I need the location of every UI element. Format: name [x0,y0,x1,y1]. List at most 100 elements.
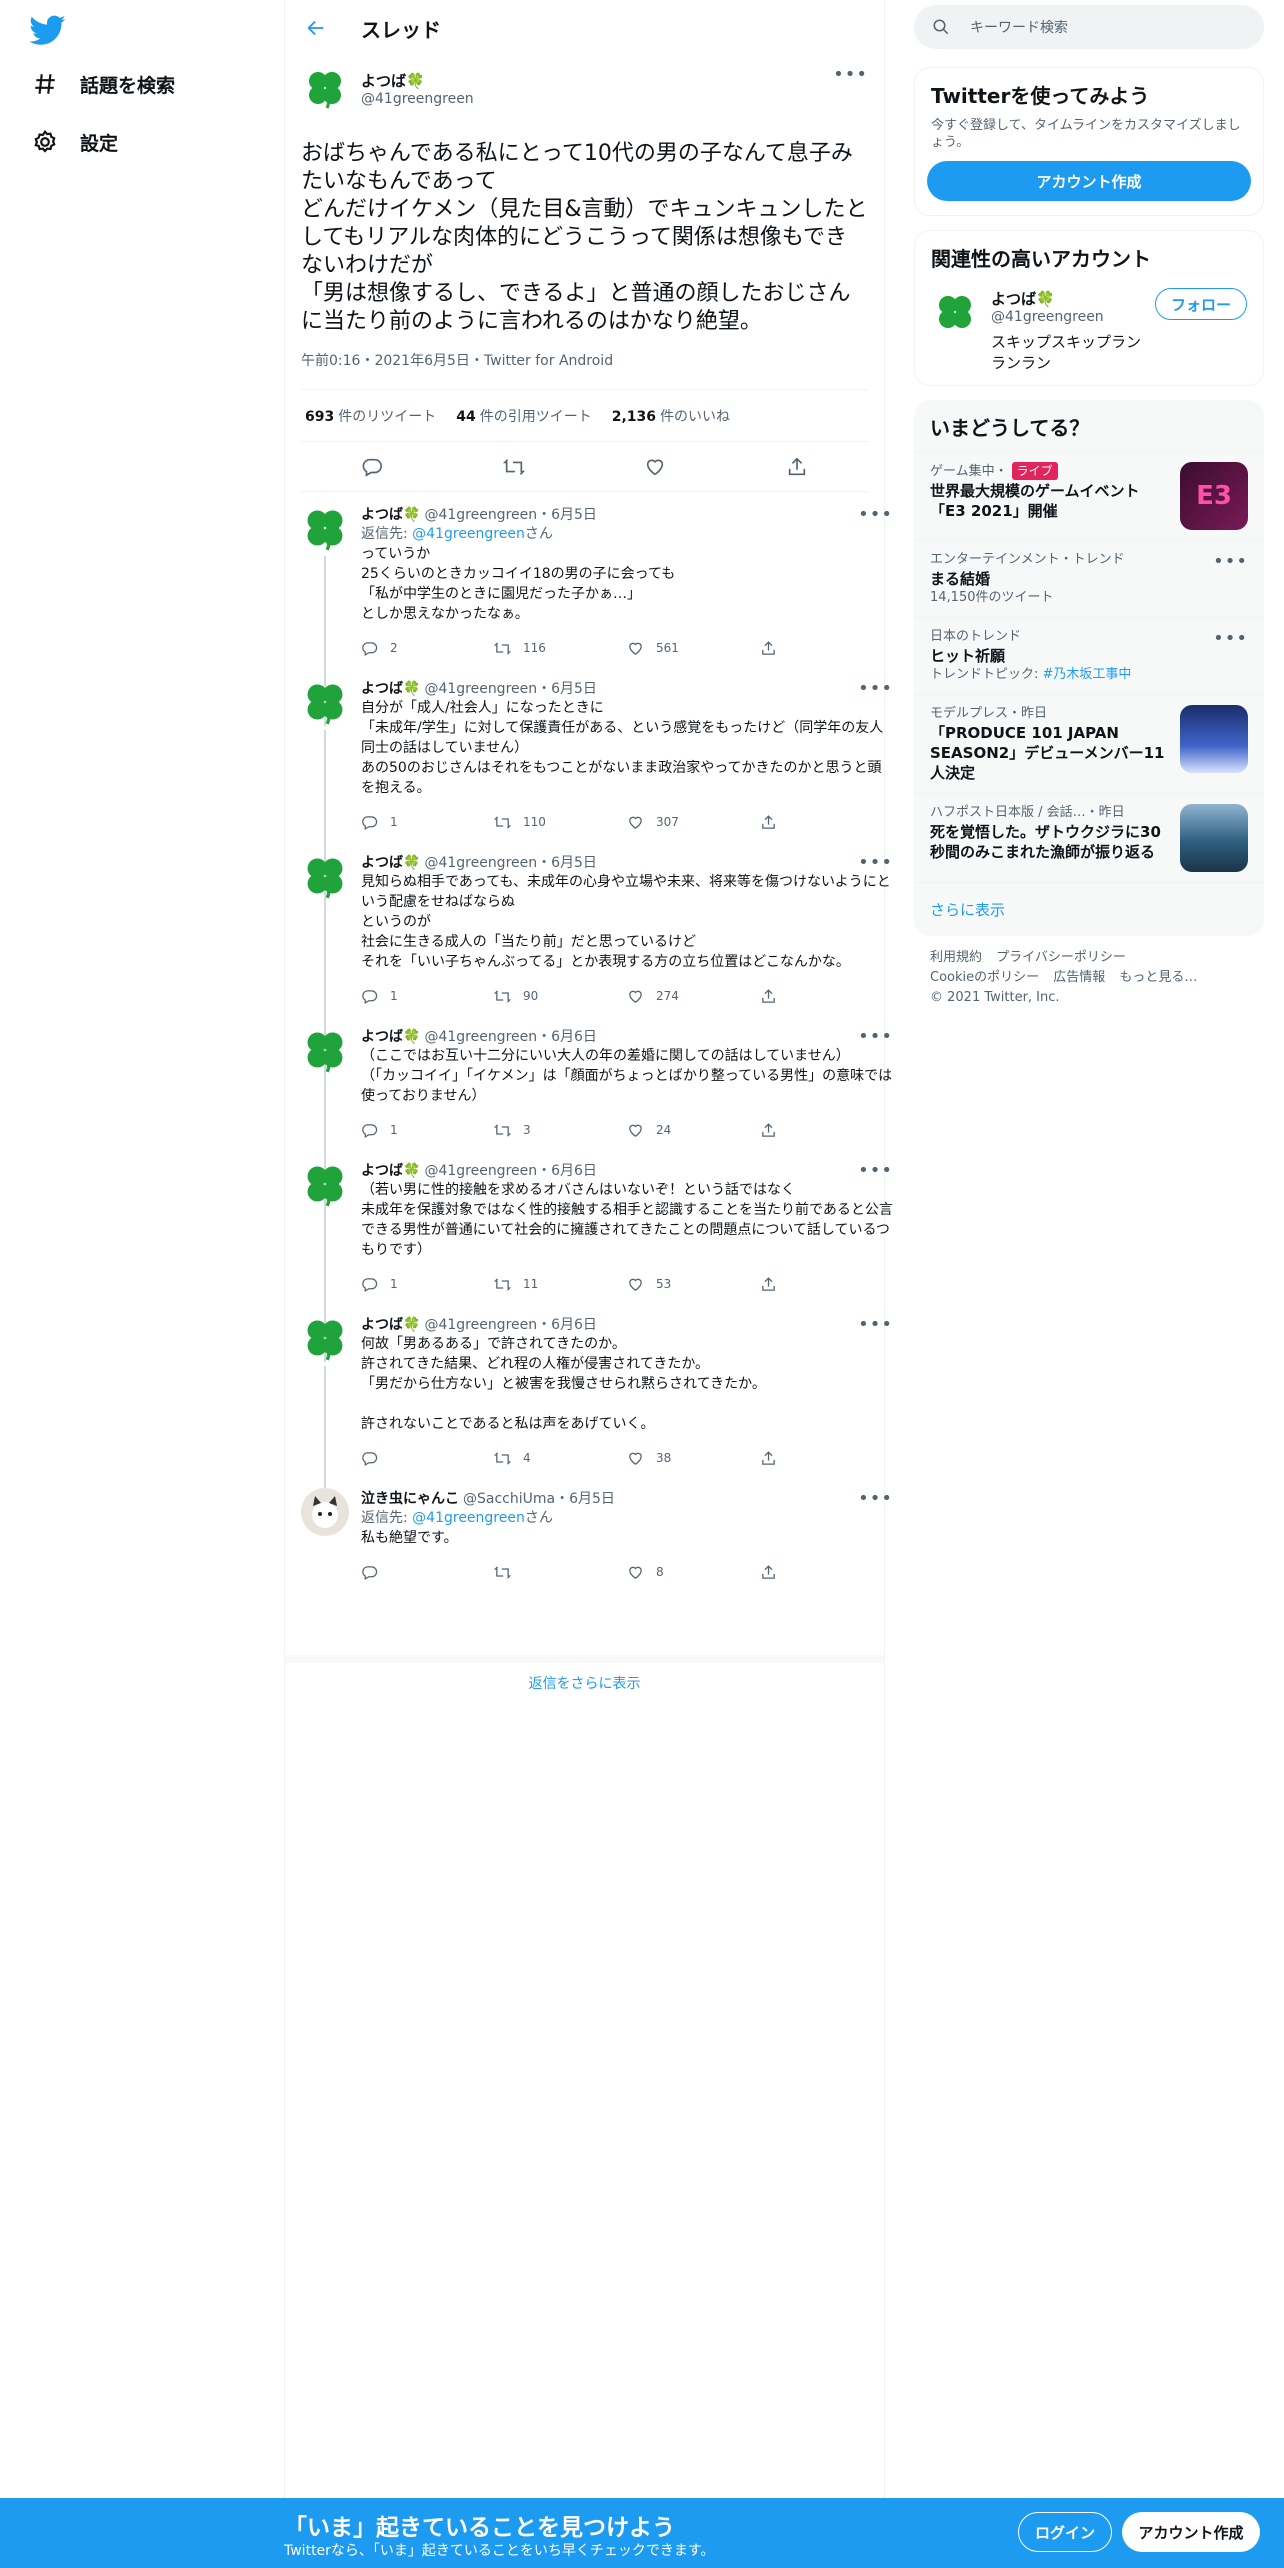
more-options-icon[interactable]: ••• [1213,628,1248,684]
author-name[interactable]: 泣き虫にゃんこ [361,1488,459,1508]
author-name[interactable]: よつば🍀 [361,678,420,698]
author-name[interactable]: よつば🍀 [361,1160,420,1180]
like-button[interactable]: 53 [627,1276,760,1293]
avatar[interactable] [301,504,349,552]
reply-tweet[interactable]: よつば🍀 @41greengreen・6月6日 ••• （若い男に性的接触を求めるオバ… [285,1148,893,1362]
nav-settings[interactable]: 設定 [32,120,118,164]
author-handle-date[interactable]: @SacchiUma・6月5日 [463,1488,615,1508]
avatar[interactable] [301,678,349,726]
share-button[interactable] [760,1450,893,1467]
avatar[interactable] [301,852,349,900]
more-options-icon[interactable]: ••• [858,852,893,873]
show-more-replies-link[interactable]: 返信をさらに表示 [285,1655,884,1703]
author-name[interactable]: よつば🍀 [361,1026,420,1046]
trend-item[interactable]: モデルプレス・昨日 「PRODUCE 101 JAPAN SEASON2」デビュ… [914,694,1264,793]
reply-tweet[interactable]: よつば🍀 @41greengreen・6月5日 ••• 自分が「成人/社会人」になった… [285,666,892,910]
retweet-button[interactable] [494,1564,627,1581]
reply-tweet[interactable]: よつば🍀 @41greengreen・6月5日 ••• 返信先: @41greengr… [285,492,892,726]
author-name[interactable]: よつば🍀 [361,504,420,524]
trend-item[interactable]: ハフポスト日本版 / 会話…・昨日 死を覚悟した。ザトウクジラに30秒間のみこま… [914,793,1264,882]
author-handle-date[interactable]: @41greengreen・6月6日 [424,1160,597,1180]
footer-link[interactable]: 広告情報 [1053,970,1105,985]
share-button[interactable] [760,1122,893,1139]
likes-stat[interactable]: 2,136 件のいいね [612,406,730,426]
retweet-button[interactable]: 110 [494,814,627,831]
show-more-link[interactable]: さらに表示 [914,882,1264,936]
reply-to-handle[interactable]: @41greengreen [412,526,525,542]
author-handle-date[interactable]: @41greengreen・6月6日 [424,1314,597,1334]
reply-button[interactable] [361,1450,494,1467]
share-button[interactable] [760,1564,893,1581]
retweets-stat[interactable]: 693 件のリツイート [305,406,436,426]
author-handle-date[interactable]: @41greengreen・6月5日 [424,678,597,698]
more-options-icon[interactable]: ••• [858,1026,893,1047]
more-options-icon[interactable]: ••• [858,678,893,699]
reply-tweet[interactable]: よつば🍀 @41greengreen・6月6日 ••• 何故「男あるある」で許されてき… [285,1302,892,1536]
retweet-button[interactable]: 3 [494,1122,627,1139]
more-options-icon[interactable]: ••• [858,504,893,525]
reply-button[interactable]: 1 [361,988,494,1005]
like-button[interactable]: 307 [627,814,760,831]
reply-tweet[interactable]: よつば🍀 @41greengreen・6月6日 ••• （ここではお互い十二分にいい大… [285,1014,892,1228]
share-icon[interactable] [786,456,808,478]
nav-explore[interactable]: 話題を検索 [32,62,175,106]
like-icon[interactable] [644,456,666,478]
share-button[interactable] [760,1276,893,1293]
footer-link[interactable]: もっと見る… [1119,970,1197,985]
more-options-icon[interactable]: ••• [858,1160,893,1181]
more-options-icon[interactable]: ••• [833,64,868,85]
search-input[interactable]: キーワード検索 [914,5,1264,49]
trend-topic-link[interactable]: #乃木坂工事中 [1043,667,1132,682]
retweet-icon[interactable] [502,456,525,478]
share-button[interactable] [760,988,893,1005]
share-button[interactable] [760,640,893,657]
reply-tweet[interactable]: よつば🍀 @41greengreen・6月5日 ••• 見知らぬ相手であっても、未成年… [285,840,892,1104]
footer-link[interactable]: プライバシーポリシー [996,950,1126,965]
reply-to-handle[interactable]: @41greengreen [412,1510,525,1526]
footer-link[interactable]: Cookieのポリシー [930,970,1039,985]
like-button[interactable]: 8 [627,1564,760,1581]
author-name[interactable]: よつば🍀 [361,70,833,91]
twitter-logo-icon[interactable] [30,12,66,48]
reply-button[interactable]: 1 [361,1122,494,1139]
avatar[interactable] [301,1488,349,1536]
retweet-button[interactable]: 4 [494,1450,627,1467]
more-options-icon[interactable]: ••• [1213,551,1248,607]
back-arrow-icon[interactable] [305,17,327,39]
reply-button[interactable]: 2 [361,640,494,657]
reply-icon[interactable] [361,456,383,478]
retweet-button[interactable]: 116 [494,640,627,657]
like-button[interactable]: 274 [627,988,760,1005]
create-account-button[interactable]: アカウント作成 [927,161,1251,201]
signup-button[interactable]: アカウント作成 [1122,2512,1260,2552]
reply-button[interactable]: 1 [361,814,494,831]
like-button[interactable]: 24 [627,1122,760,1139]
retweet-button[interactable]: 90 [494,988,627,1005]
avatar[interactable] [301,1314,349,1362]
avatar[interactable] [301,1026,349,1074]
author-name[interactable]: よつば🍀 [361,852,420,872]
author-handle-date[interactable]: @41greengreen・6月6日 [424,1026,597,1046]
reply-tweet[interactable]: 泣き虫にゃんこ @SacchiUma・6月5日 ••• 返信先: @41greengr… [285,1476,892,1590]
tweet-meta[interactable]: 午前0:16・2021年6月5日・Twitter for Android [301,350,868,390]
footer-link[interactable]: 利用規約 [930,950,982,965]
author-handle-date[interactable]: @41greengreen・6月5日 [424,504,597,524]
reply-button[interactable] [361,1564,494,1581]
reply-button[interactable]: 1 [361,1276,494,1293]
avatar[interactable] [301,1160,349,1208]
more-options-icon[interactable]: ••• [858,1488,893,1509]
author-handle[interactable]: @41greengreen [361,91,833,107]
author-name[interactable]: よつば🍀 [361,1314,420,1334]
retweet-button[interactable]: 11 [494,1276,627,1293]
quotes-stat[interactable]: 44 件の引用ツイート [456,406,591,426]
like-button[interactable]: 561 [627,640,760,657]
trend-item[interactable]: 日本のトレンド ヒット祈願 トレンドトピック: #乃木坂工事中 ••• [914,617,1264,694]
share-button[interactable] [760,814,893,831]
avatar[interactable] [931,288,979,336]
related-account[interactable]: よつば🍀 @41greengreen スキップスキップランランラン フォロー [915,276,1263,385]
trend-item[interactable]: ゲーム集中・ ライブ 世界最大規模のゲームイベント「E3 2021」開催 E3 [914,451,1264,540]
more-options-icon[interactable]: ••• [858,1314,893,1335]
trend-item[interactable]: エンターテインメント・トレンド まる結婚 14,150件のツイート ••• [914,540,1264,617]
login-button[interactable]: ログイン [1018,2512,1112,2552]
author-handle-date[interactable]: @41greengreen・6月5日 [424,852,597,872]
